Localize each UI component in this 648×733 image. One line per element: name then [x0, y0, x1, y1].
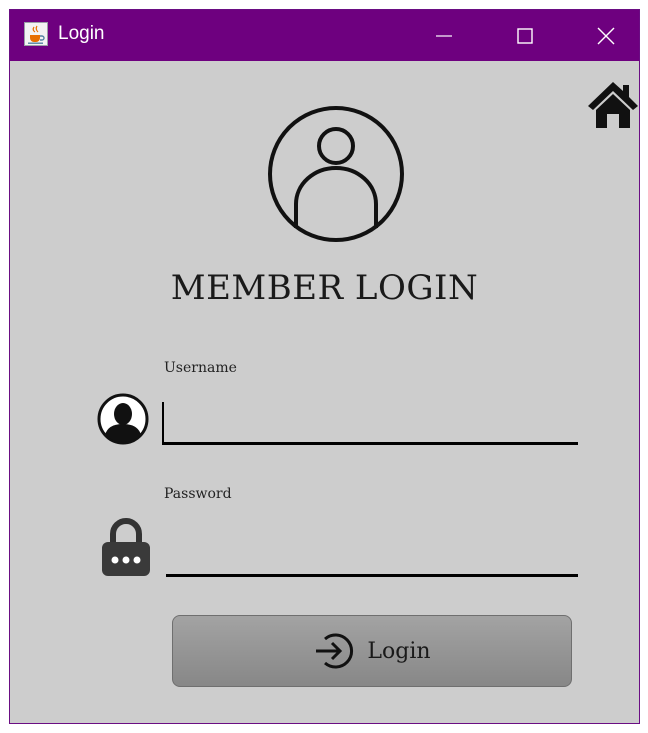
home-icon[interactable] — [586, 80, 640, 130]
java-cup-icon — [24, 22, 48, 46]
password-label: Password — [164, 486, 232, 502]
maximize-button[interactable] — [494, 10, 556, 61]
title-bar[interactable]: Login — [10, 10, 639, 61]
page-title: MEMBER LOGIN — [170, 268, 479, 308]
sign-in-arrow-icon — [316, 633, 354, 669]
login-window: Login MEMBER LOGIN Username Password Log… — [9, 9, 640, 724]
close-icon — [597, 27, 615, 44]
maximize-icon — [517, 27, 533, 44]
username-label: Username — [164, 360, 237, 376]
lock-icon — [102, 518, 150, 576]
username-input[interactable] — [162, 402, 578, 445]
user-silhouette-icon — [97, 393, 149, 445]
user-circle-icon — [268, 106, 404, 242]
minimize-icon — [436, 34, 452, 37]
minimize-button[interactable] — [413, 10, 475, 61]
close-button[interactable] — [575, 10, 637, 61]
login-button[interactable]: Login — [172, 615, 572, 687]
password-input[interactable] — [166, 536, 578, 577]
login-button-label: Login — [367, 638, 431, 664]
window-title: Login — [58, 23, 105, 44]
